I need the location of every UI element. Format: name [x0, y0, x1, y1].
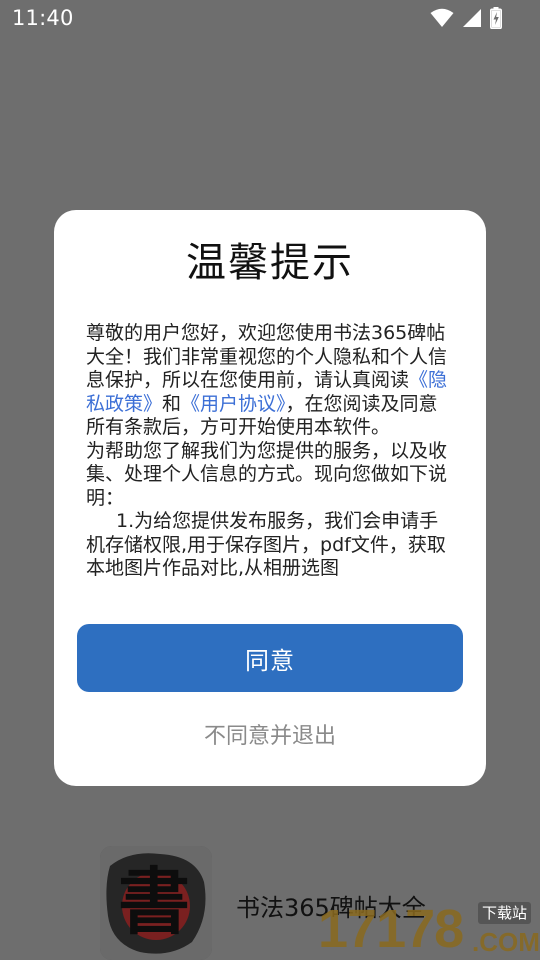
watermark-tag: 下载站	[478, 902, 532, 924]
paragraph-text: 和	[162, 392, 182, 415]
paragraph-text: 尊敬的用户您好，欢迎您使用书法365碑帖大全！我们非常重视您的个人隐私和个人信息…	[86, 322, 448, 391]
status-icons	[430, 7, 502, 29]
agree-button[interactable]: 同意	[77, 624, 463, 692]
wifi-icon	[430, 8, 454, 28]
status-time: 11:40	[12, 6, 74, 30]
privacy-dialog: 温馨提示 尊敬的用户您好，欢迎您使用书法365碑帖大全！我们非常重视您的个人隐私…	[54, 210, 486, 786]
dialog-title: 温馨提示	[186, 240, 354, 286]
dialog-paragraph-2: 为帮助您了解我们为您提供的服务，以及收集、处理个人信息的方式。现向您做如下说明：	[86, 439, 448, 509]
dialog-paragraph-3: 1.为给您提供发布服务，我们会申请手机存储权限,用于保存图片，pdf文件，获取本…	[86, 510, 446, 579]
user-agreement-link[interactable]: 《用户协议》	[181, 393, 286, 415]
dialog-paragraph-1: 尊敬的用户您好，欢迎您使用书法365碑帖大全！我们非常重视您的个人隐私和个人信息…	[86, 322, 448, 440]
watermark: 17178 .COM 下载站	[312, 898, 540, 960]
watermark-number: 17178	[318, 899, 464, 959]
watermark-suffix: .COM	[472, 927, 540, 957]
app-logo: 書	[100, 846, 212, 960]
status-bar: 11:40	[0, 0, 540, 36]
battery-charging-icon	[490, 7, 502, 29]
disagree-exit-button[interactable]: 不同意并退出	[54, 716, 486, 752]
dialog-body[interactable]: 尊敬的用户您好，欢迎您使用书法365碑帖大全！我们非常重视您的个人隐私和个人信息…	[86, 322, 448, 598]
app-logo-char: 書	[118, 859, 191, 944]
signal-icon	[462, 8, 482, 28]
